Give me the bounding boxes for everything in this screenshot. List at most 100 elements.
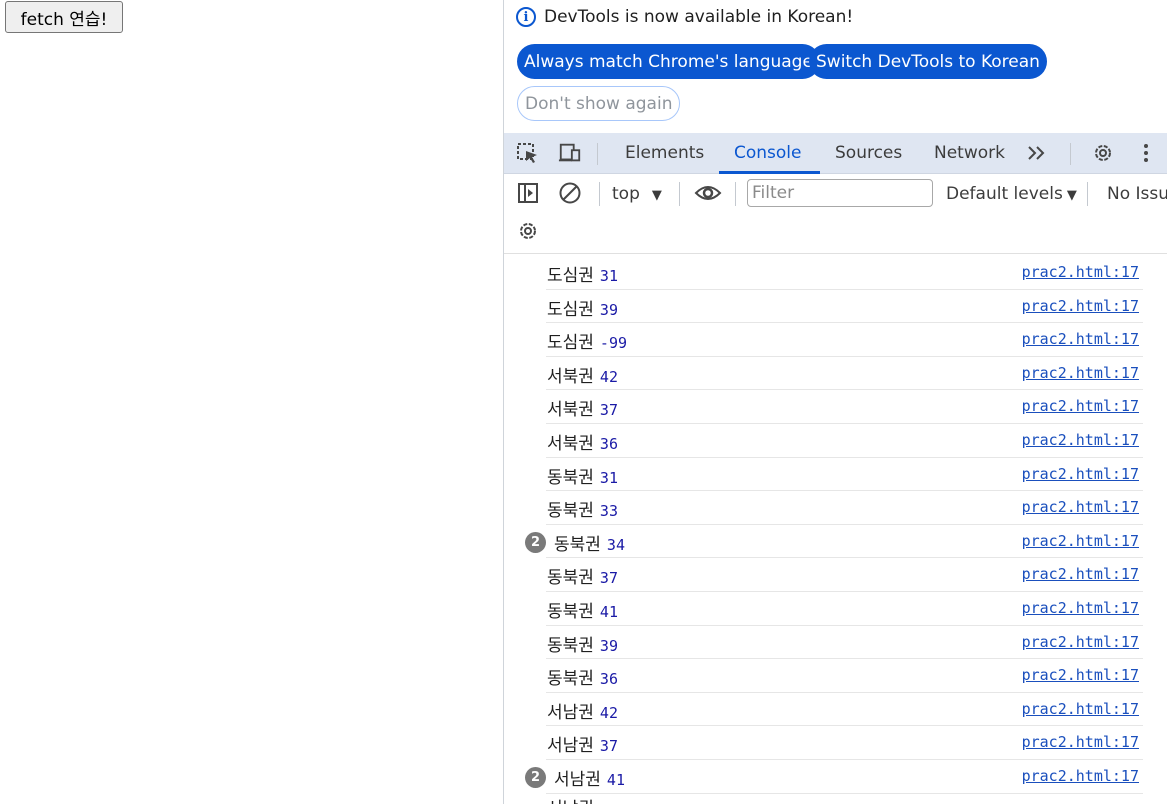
console-message-text: 동북권 34 [554,530,625,555]
source-link[interactable]: prac2.html:17 [1022,666,1139,684]
message-label: 동북권 [547,601,594,622]
source-link[interactable]: prac2.html:17 [1022,700,1139,718]
message-label: 동북권 [547,467,594,488]
message-number: 31 [599,267,618,285]
source-link[interactable]: prac2.html:17 [1022,532,1139,550]
message-number: 36 [599,670,618,689]
message-label: 서북권 [547,400,594,421]
message-label: 도심권 [547,266,594,286]
fetch-practice-button[interactable]: fetch 연습! [5,1,123,33]
log-levels-label: Default levels [946,184,1063,204]
source-link[interactable]: prac2.html:17 [1022,465,1139,483]
console-message-text: 동북권 41 [547,597,618,622]
live-expression-eye-icon[interactable] [694,182,722,204]
console-message-row: 동북권 41 prac2.html:17 [504,592,1167,626]
source-link[interactable]: prac2.html:17 [1022,599,1139,617]
source-link[interactable]: prac2.html:17 [1022,767,1139,785]
message-number: 33 [599,502,618,521]
console-message-text: 서북권 37 [547,395,618,420]
console-message-row: 서북권 42 prac2.html:17 [504,357,1167,391]
info-icon: i [516,7,536,27]
console-message-row: 도심권 31 prac2.html:17 [504,256,1167,290]
source-link[interactable]: prac2.html:17 [1022,263,1139,281]
console-filter-input[interactable] [747,179,933,207]
console-message-row: 동북권 39 prac2.html:17 [504,626,1167,660]
source-link[interactable]: prac2.html:17 [1022,733,1139,751]
switch-to-korean-button[interactable]: Switch DevTools to Korean [809,44,1047,79]
message-number: 42 [599,367,618,386]
message-label: 동북권 [554,534,601,555]
console-message-row: 도심권 -99 prac2.html:17 [504,323,1167,357]
message-number: 42 [599,703,618,722]
partial-console-row: 서남권 [547,794,594,804]
device-toolbar-icon[interactable] [558,142,582,164]
source-link[interactable]: prac2.html:17 [1022,565,1139,583]
more-tabs-chevron-icon[interactable] [1025,142,1049,164]
inspect-element-icon[interactable] [516,142,540,164]
message-number: 39 [599,300,618,319]
console-message-text: 동북권 36 [547,664,618,689]
console-message-row: 동북권 36 prac2.html:17 [504,659,1167,693]
console-message-text: 동북권 37 [547,563,618,588]
message-label: 도심권 [547,333,594,354]
source-link[interactable]: prac2.html:17 [1022,498,1139,516]
tab-sources[interactable]: Sources [835,133,902,174]
source-link[interactable]: prac2.html:17 [1022,633,1139,651]
toolbar-divider-3 [735,182,736,206]
context-selector[interactable]: top ▼ [612,184,662,204]
row-divider [546,792,1143,794]
message-label: 서남권 [547,736,594,757]
console-message-row: 동북권 33 prac2.html:17 [504,491,1167,525]
message-label: 동북권 [547,669,594,690]
language-infobar: i DevTools is now available in Korean! A… [504,0,1167,133]
tab-bar-divider-2 [1070,143,1071,165]
console-message-row: 서남권 42 prac2.html:17 [504,693,1167,727]
message-number: -99 [599,334,628,353]
source-link[interactable]: prac2.html:17 [1022,397,1139,415]
more-options-kebab-icon[interactable] [1134,142,1158,164]
devtools-tab-bar: Elements Console Sources Network [504,133,1167,174]
console-message-row: 2 동북권 34 prac2.html:17 [504,525,1167,559]
toolbar-divider-2 [679,182,680,206]
source-link[interactable]: prac2.html:17 [1022,364,1139,382]
console-message-text: 도심권 39 [547,295,618,320]
console-messages: 도심권 31 prac2.html:17 도심권 39 prac2.html:17 도심권 -… [504,256,1167,794]
message-number: 37 [599,737,618,756]
repeat-count-badge: 2 [525,766,546,788]
console-message-row: 서북권 37 prac2.html:17 [504,390,1167,424]
console-toolbar: top▼ Default levels▼ No Issu [504,174,1167,254]
message-number: 41 [606,770,625,789]
page-viewport: fetch 연습! [0,0,503,804]
message-label: 동북권 [547,635,594,656]
always-match-language-button[interactable]: Always match Chrome's language [517,44,820,79]
show-sidebar-icon[interactable] [516,182,540,204]
source-link[interactable]: prac2.html:17 [1022,297,1139,315]
console-settings-gear-icon[interactable] [516,220,540,242]
message-number: 34 [606,535,625,554]
message-number: 41 [599,602,618,621]
settings-gear-icon[interactable] [1091,142,1115,164]
message-number: 37 [599,401,618,420]
message-label: 서남권 [547,702,594,723]
source-link[interactable]: prac2.html:17 [1022,431,1139,449]
issues-counter[interactable]: No Issu [1107,184,1167,204]
tab-console[interactable]: Console [734,133,802,174]
console-message-row: 도심권 39 prac2.html:17 [504,290,1167,324]
dont-show-again-button[interactable]: Don't show again [517,86,681,121]
caret-down-icon: ▼ [651,188,662,203]
tab-elements[interactable]: Elements [625,133,704,174]
console-message-text: 도심권 -99 [547,328,627,353]
clear-console-icon[interactable] [558,182,582,204]
log-levels-dropdown[interactable]: Default levels ▼ [946,184,1077,204]
console-message-text: 동북권 33 [547,496,618,521]
console-message-row: 서남권 37 prac2.html:17 [504,726,1167,760]
console-message-row: 동북권 31 prac2.html:17 [504,458,1167,492]
message-number: 39 [599,636,618,655]
message-number: 31 [599,468,618,487]
source-link[interactable]: prac2.html:17 [1022,330,1139,348]
repeat-count-badge: 2 [525,531,546,553]
toolbar-divider [599,182,600,206]
console-message-row: 동북권 37 prac2.html:17 [504,558,1167,592]
message-label: 서남권 [554,769,601,790]
tab-network[interactable]: Network [934,133,1005,174]
